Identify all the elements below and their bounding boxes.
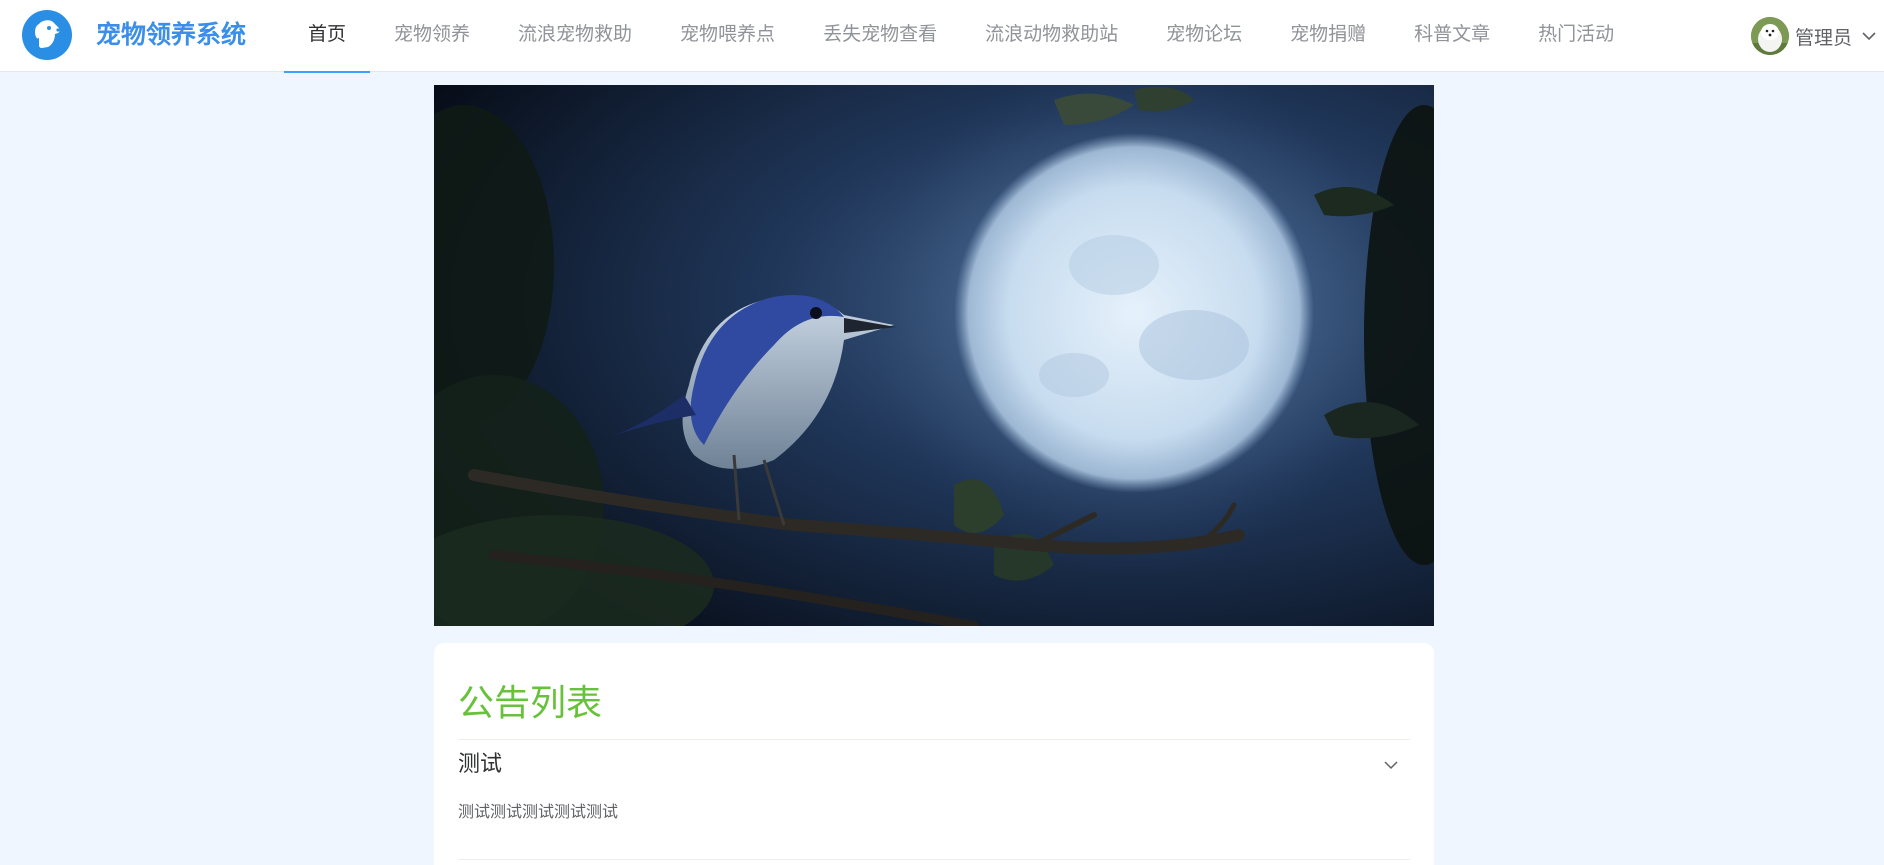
chevron-down-icon[interactable] (1382, 756, 1400, 774)
banner-image-bird-moon (434, 85, 1434, 626)
nav-item-lost-pets[interactable]: 丢失宠物查看 (799, 0, 961, 72)
dog-logo-icon[interactable] (22, 10, 72, 60)
nav-item-activities[interactable]: 热门活动 (1514, 0, 1638, 72)
nav-item-forum[interactable]: 宠物论坛 (1142, 0, 1266, 72)
divider (458, 859, 1410, 860)
nav-item-pet-adoption[interactable]: 宠物领养 (370, 0, 494, 72)
brand-title[interactable]: 宠物领养系统 (96, 18, 246, 52)
top-header: 宠物领养系统 首页 宠物领养 流浪宠物救助 宠物喂养点 丢失宠物查看 流浪动物救… (0, 0, 1884, 73)
nav-item-articles[interactable]: 科普文章 (1390, 0, 1514, 72)
notice-item-title: 测试 (458, 752, 503, 777)
user-menu[interactable]: 管理员 (1751, 16, 1878, 56)
user-name: 管理员 (1795, 26, 1853, 49)
nav-item-rescue-stations[interactable]: 流浪动物救助站 (961, 0, 1142, 72)
nav-item-home[interactable]: 首页 (284, 0, 371, 73)
nav-item-feeding-points[interactable]: 宠物喂养点 (656, 0, 799, 72)
notice-item-content: 测试测试测试测试测试 (458, 802, 619, 821)
nav-item-donation[interactable]: 宠物捐赠 (1266, 0, 1390, 72)
notice-item-header[interactable]: 测试 (458, 740, 1410, 790)
notice-list-title: 公告列表 (458, 683, 603, 724)
notice-card: 公告列表 测试 测试测试测试测试测试 (434, 643, 1434, 865)
avatar (1751, 17, 1789, 55)
main-nav: 首页 宠物领养 流浪宠物救助 宠物喂养点 丢失宠物查看 流浪动物救助站 宠物论坛… (284, 0, 1638, 73)
chevron-down-icon (1860, 27, 1878, 45)
nav-item-stray-rescue[interactable]: 流浪宠物救助 (494, 0, 656, 72)
